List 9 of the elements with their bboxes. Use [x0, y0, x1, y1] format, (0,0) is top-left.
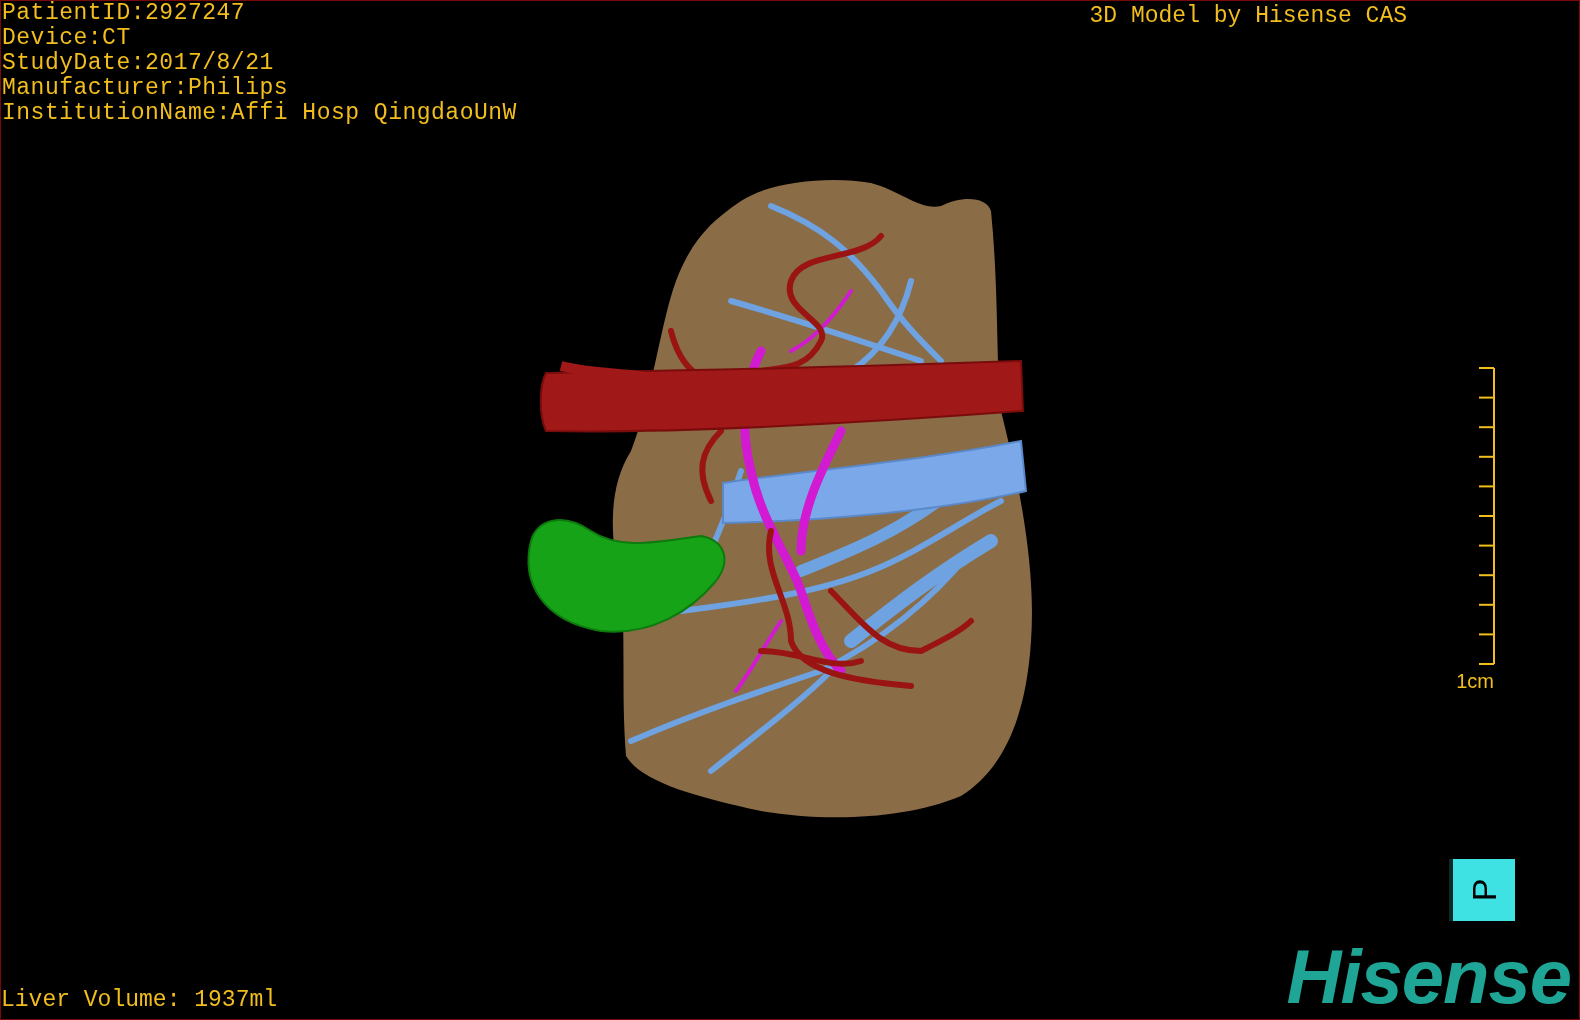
patient-info-text: StudyDate:2017/8/21 — [2, 51, 275, 76]
scale-label: 1cm — [1456, 670, 1494, 692]
model-title: 3D Model by Hisense CAS — [1089, 2, 1407, 31]
liver-volume-text: Liver Volume: 1937ml — [1, 987, 278, 1013]
patient-info-text: Manufacturer:Philips — [2, 76, 290, 101]
patient-info-text: Device:CT — [2, 26, 132, 51]
patient-info-text: PatientID:2927247 — [2, 1, 247, 26]
logo: Hisense — [1286, 941, 1572, 1013]
patient-info-text: InstitutionName:Affi Hosp QingdaoUnW — [2, 101, 517, 126]
